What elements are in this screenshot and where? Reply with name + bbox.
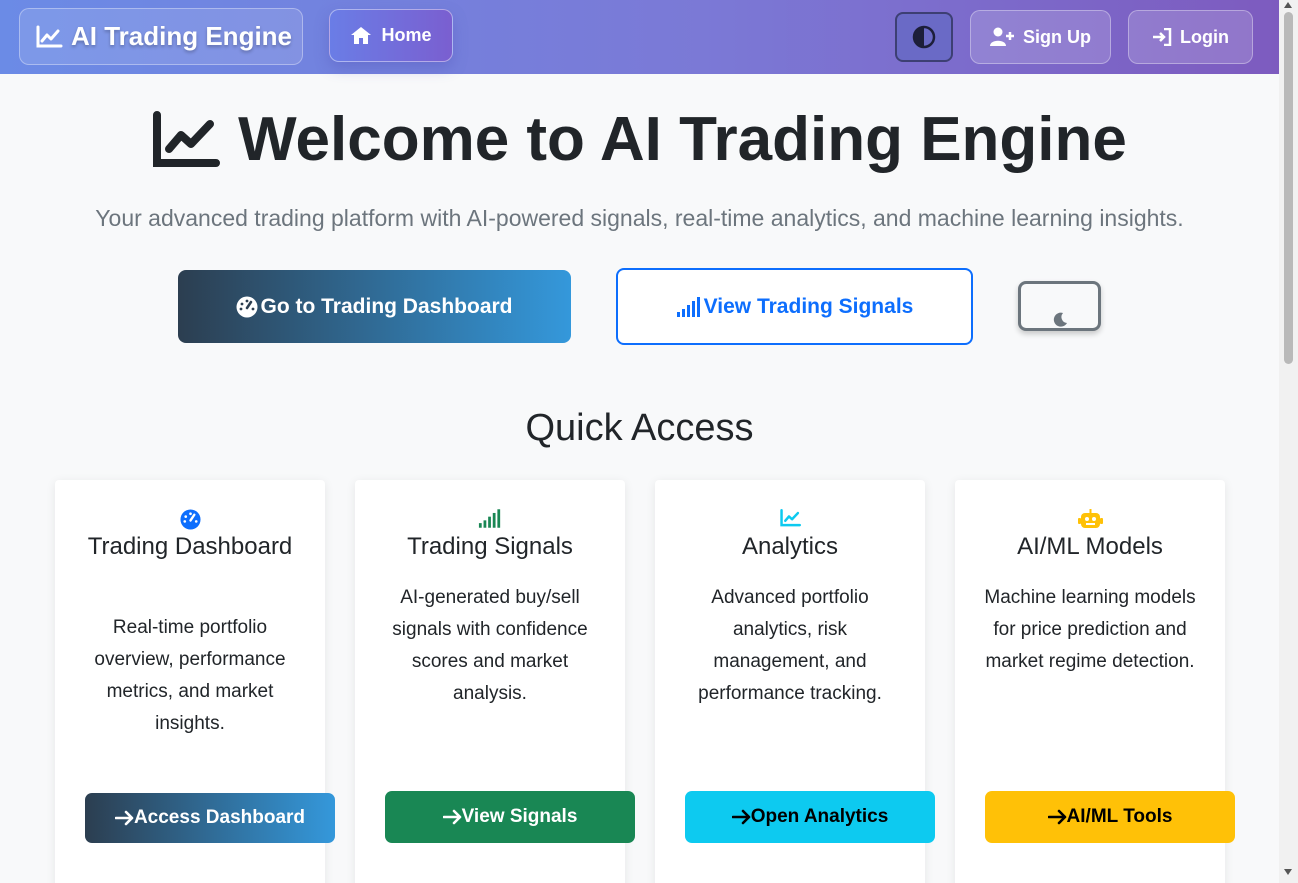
access-dashboard-label: Access Dashboard (133, 807, 306, 828)
brand-name: AI Trading Engine (71, 21, 293, 51)
dark-mode-toggle-button[interactable] (1018, 281, 1101, 331)
moon-icon (1053, 312, 1067, 327)
chart-line-icon (153, 110, 221, 167)
login-label: Login (1180, 26, 1229, 47)
theme-toggle-button[interactable] (895, 12, 953, 62)
access-dashboard-button[interactable]: Access Dashboard (85, 793, 335, 843)
user-plus-icon (990, 27, 1014, 46)
ai-ml-tools-button[interactable]: AI/ML Tools (985, 791, 1235, 843)
arrow-right-icon (731, 809, 750, 825)
card-title: Analytics (741, 533, 839, 560)
scroll-up-icon[interactable] (1284, 2, 1292, 8)
brand-link[interactable]: AI Trading Engine (19, 8, 303, 65)
arrow-right-icon (1047, 809, 1066, 825)
page-title-text: Welcome to AI Trading Engine (238, 105, 1127, 174)
chart-line-icon (36, 25, 63, 47)
home-button[interactable]: Home (329, 9, 453, 62)
quick-access-title: Quick Access (525, 407, 754, 449)
card-title: AI/ML Models (1017, 533, 1163, 560)
view-trading-signals-label: View Trading Signals (703, 294, 914, 318)
card-description: Real-time portfolio overview, performanc… (94, 617, 286, 734)
card-description: AI-generated buy/sell signals with confi… (392, 587, 588, 704)
login-button[interactable]: Login (1128, 10, 1253, 64)
card-title: Trading Dashboard (87, 533, 293, 560)
view-trading-signals-button[interactable]: View Trading Signals (616, 268, 973, 345)
card-trading-signals: Trading Signals AI-generated buy/sell si… (355, 480, 635, 883)
scroll-down-icon[interactable] (1284, 869, 1292, 875)
card-description: Advanced portfolio analytics, risk manag… (698, 587, 882, 704)
signal-bars-icon (676, 296, 700, 317)
contrast-icon (912, 25, 936, 49)
open-analytics-button[interactable]: Open Analytics (685, 791, 935, 843)
card-description: Machine learning models for price predic… (984, 587, 1196, 672)
card-title: Trading Signals (407, 533, 573, 560)
scrollbar[interactable] (1279, 0, 1298, 883)
arrow-right-icon (442, 809, 461, 825)
home-label: Home (381, 25, 432, 45)
scroll-thumb[interactable] (1284, 12, 1293, 364)
card-ai-ml-models: AI/ML Models Machine learning models for… (955, 480, 1235, 883)
card-analytics: Analytics Advanced portfolio analytics, … (655, 480, 935, 883)
robot-icon (1077, 509, 1103, 528)
login-icon (1153, 28, 1172, 46)
go-to-dashboard-label: Go to Trading Dashboard (260, 294, 513, 318)
card-trading-dashboard: Trading Dashboard Real-time portfolio ov… (55, 480, 335, 883)
page-subtitle: Your advanced trading platform with AI-p… (95, 205, 1184, 231)
arrow-right-icon (114, 810, 134, 826)
ai-ml-tools-label: AI/ML Tools (1066, 806, 1173, 827)
open-analytics-label: Open Analytics (750, 806, 889, 827)
signup-button[interactable]: Sign Up (970, 10, 1111, 64)
chart-line-icon (779, 509, 801, 527)
navbar: AI Trading Engine Home Sign Up Login (0, 0, 1279, 74)
view-signals-button[interactable]: View Signals (385, 791, 635, 843)
signal-bars-icon (478, 509, 501, 528)
dashboard-gauge-icon (179, 509, 201, 530)
signup-label: Sign Up (1023, 26, 1091, 47)
view-signals-label: View Signals (461, 806, 578, 827)
page-title: Welcome to AI Trading Engine (0, 104, 1279, 175)
go-to-dashboard-button[interactable]: Go to Trading Dashboard (178, 270, 571, 343)
home-icon (351, 27, 372, 44)
dashboard-gauge-icon (236, 296, 258, 317)
